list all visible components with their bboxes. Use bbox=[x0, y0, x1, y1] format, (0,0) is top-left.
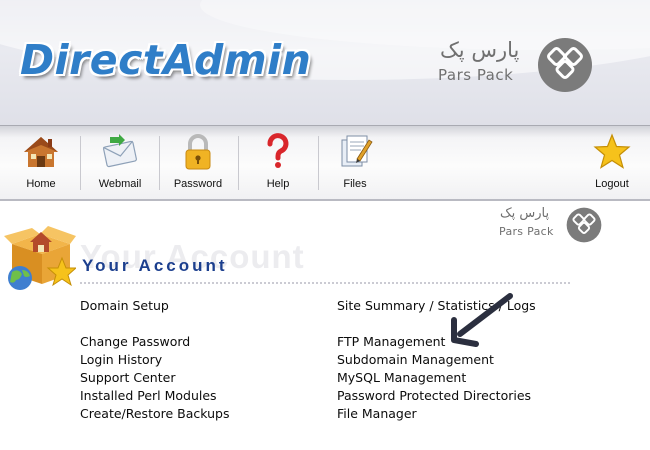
toolbar-separator bbox=[318, 136, 319, 190]
main-toolbar: Home Webmail Password Help Files Logout bbox=[0, 125, 650, 201]
question-mark-icon bbox=[267, 133, 289, 168]
toolbar-help-label: Help bbox=[266, 178, 290, 190]
section-divider bbox=[80, 282, 570, 284]
envelope-icon bbox=[102, 134, 137, 168]
parspack-logo-text-fa: پارس پک bbox=[440, 38, 520, 62]
account-box-icon bbox=[4, 226, 76, 290]
toolbar-separator bbox=[238, 136, 239, 190]
link-password-protected-directories[interactable]: Password Protected Directories bbox=[337, 388, 531, 403]
toolbar-files-label: Files bbox=[343, 178, 367, 190]
header-banner: DirectAdmin پارس پک Pars Pack bbox=[0, 0, 650, 125]
parspack-logo-text-en: Pars Pack bbox=[438, 66, 514, 84]
toolbar-logout-label: Logout bbox=[595, 178, 629, 190]
link-login-history[interactable]: Login History bbox=[80, 352, 162, 367]
documents-icon bbox=[341, 135, 373, 167]
toolbar-webmail-label: Webmail bbox=[98, 178, 142, 190]
toolbar-files-button[interactable]: Files bbox=[320, 130, 390, 196]
toolbar-home-label: Home bbox=[26, 178, 56, 190]
link-change-password[interactable]: Change Password bbox=[80, 334, 190, 349]
toolbar-home-button[interactable]: Home bbox=[6, 130, 76, 196]
link-file-manager[interactable]: File Manager bbox=[337, 406, 417, 421]
toolbar-help-button[interactable]: Help bbox=[243, 130, 313, 196]
directadmin-logo: DirectAdmin bbox=[20, 36, 312, 84]
toolbar-separator bbox=[80, 136, 81, 190]
parspack-watermark-text-fa: پارس پک bbox=[500, 206, 550, 221]
link-create-restore-backups[interactable]: Create/Restore Backups bbox=[80, 406, 229, 421]
link-ftp-management[interactable]: FTP Management bbox=[337, 334, 445, 349]
link-domain-setup[interactable]: Domain Setup bbox=[80, 298, 169, 313]
parspack-logo-icon bbox=[538, 38, 592, 92]
link-support-center[interactable]: Support Center bbox=[80, 370, 175, 385]
parspack-watermark-text-en: Pars Pack bbox=[499, 225, 554, 238]
toolbar-password-button[interactable]: Password bbox=[163, 130, 233, 196]
section-title: Your Account bbox=[82, 256, 228, 275]
toolbar-webmail-button[interactable]: Webmail bbox=[85, 130, 155, 196]
house-icon bbox=[24, 137, 58, 167]
toolbar-logout-button[interactable]: Logout bbox=[577, 130, 647, 196]
toolbar-separator bbox=[159, 136, 160, 190]
parspack-watermark-icon bbox=[566, 207, 602, 243]
padlock-icon bbox=[185, 134, 211, 170]
arrow-icon bbox=[451, 293, 513, 347]
link-subdomain-management[interactable]: Subdomain Management bbox=[337, 352, 494, 367]
star-icon bbox=[593, 133, 631, 169]
link-mysql-management[interactable]: MySQL Management bbox=[337, 370, 466, 385]
toolbar-password-label: Password bbox=[173, 178, 223, 190]
link-installed-perl-modules[interactable]: Installed Perl Modules bbox=[80, 388, 217, 403]
